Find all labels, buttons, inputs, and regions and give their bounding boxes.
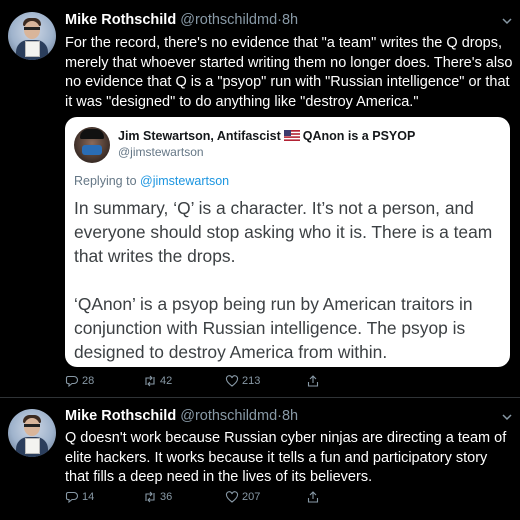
chevron-down-icon[interactable] bbox=[502, 16, 512, 26]
avatar[interactable] bbox=[8, 12, 56, 60]
tweet-header: Mike Rothschild @rothschildmd·8h bbox=[65, 12, 298, 28]
avatar[interactable] bbox=[8, 409, 56, 457]
tweet-text: For the record, there's no evidence that… bbox=[65, 35, 513, 110]
tweet[interactable]: Mike Rothschild @rothschildmd·8h For the… bbox=[0, 0, 520, 398]
retweet-icon bbox=[145, 491, 155, 503]
heart-icon bbox=[225, 375, 239, 387]
quoted-tweet-card[interactable]: Jim Stewartson, Antifascist QAnon is a P… bbox=[65, 117, 510, 367]
like-count: 207 bbox=[242, 491, 261, 503]
tweet-header: Mike Rothschild @rothschildmd·8h bbox=[65, 408, 298, 424]
quoted-author-suffix: QAnon is a PSYOP bbox=[302, 129, 416, 143]
retweet-button[interactable]: 42 bbox=[143, 374, 172, 388]
share-icon bbox=[307, 491, 319, 503]
replying-handle-link[interactable]: @jimstewartson bbox=[140, 174, 229, 188]
reply-icon bbox=[65, 491, 79, 504]
reply-count: 14 bbox=[82, 491, 95, 503]
like-button[interactable]: 207 bbox=[225, 490, 260, 504]
retweet-icon bbox=[145, 375, 155, 387]
author-handle[interactable]: @rothschildmd bbox=[180, 12, 277, 28]
reply-button[interactable]: 14 bbox=[65, 490, 94, 504]
reply-count: 28 bbox=[82, 375, 95, 387]
quoted-author-name-text: Jim Stewartson, Antifascist bbox=[118, 129, 281, 143]
replying-label: Replying to bbox=[74, 174, 137, 188]
heart-icon bbox=[225, 491, 239, 503]
share-button[interactable] bbox=[306, 490, 320, 504]
tweet-actions: 28 42 213 bbox=[65, 374, 365, 390]
timestamp[interactable]: 8h bbox=[282, 12, 298, 28]
chevron-down-icon[interactable] bbox=[502, 412, 512, 422]
like-button[interactable]: 213 bbox=[225, 374, 260, 388]
like-count: 213 bbox=[242, 375, 261, 387]
quoted-author-name[interactable]: Jim Stewartson, Antifascist QAnon is a P… bbox=[118, 129, 415, 143]
quoted-tweet-text: In summary, ‘Q’ is a character. It’s not… bbox=[74, 196, 502, 364]
reply-icon bbox=[65, 375, 79, 388]
replying-to: Replying to @jimstewartson bbox=[74, 174, 229, 188]
share-button[interactable] bbox=[306, 374, 320, 388]
author-handle[interactable]: @rothschildmd bbox=[180, 408, 277, 424]
tweet-text: Q doesn't work because Russian cyber nin… bbox=[65, 430, 507, 485]
retweet-count: 36 bbox=[160, 491, 173, 503]
retweet-button[interactable]: 36 bbox=[143, 490, 172, 504]
quoted-avatar[interactable] bbox=[74, 127, 110, 163]
tweet[interactable]: Mike Rothschild @rothschildmd·8h Q doesn… bbox=[0, 398, 520, 520]
reply-button[interactable]: 28 bbox=[65, 374, 94, 388]
quoted-paragraph: ‘QAnon’ is a psyop being run by American… bbox=[74, 294, 473, 362]
us-flag-icon bbox=[283, 130, 300, 141]
quoted-paragraph: In summary, ‘Q’ is a character. It’s not… bbox=[74, 198, 493, 266]
tweet-actions: 14 36 207 bbox=[65, 490, 365, 506]
quoted-author-handle[interactable]: @jimstewartson bbox=[118, 145, 204, 159]
timestamp[interactable]: 8h bbox=[282, 408, 298, 424]
author-name[interactable]: Mike Rothschild bbox=[65, 408, 176, 424]
author-name[interactable]: Mike Rothschild bbox=[65, 12, 176, 28]
retweet-count: 42 bbox=[160, 375, 173, 387]
share-icon bbox=[307, 375, 319, 387]
